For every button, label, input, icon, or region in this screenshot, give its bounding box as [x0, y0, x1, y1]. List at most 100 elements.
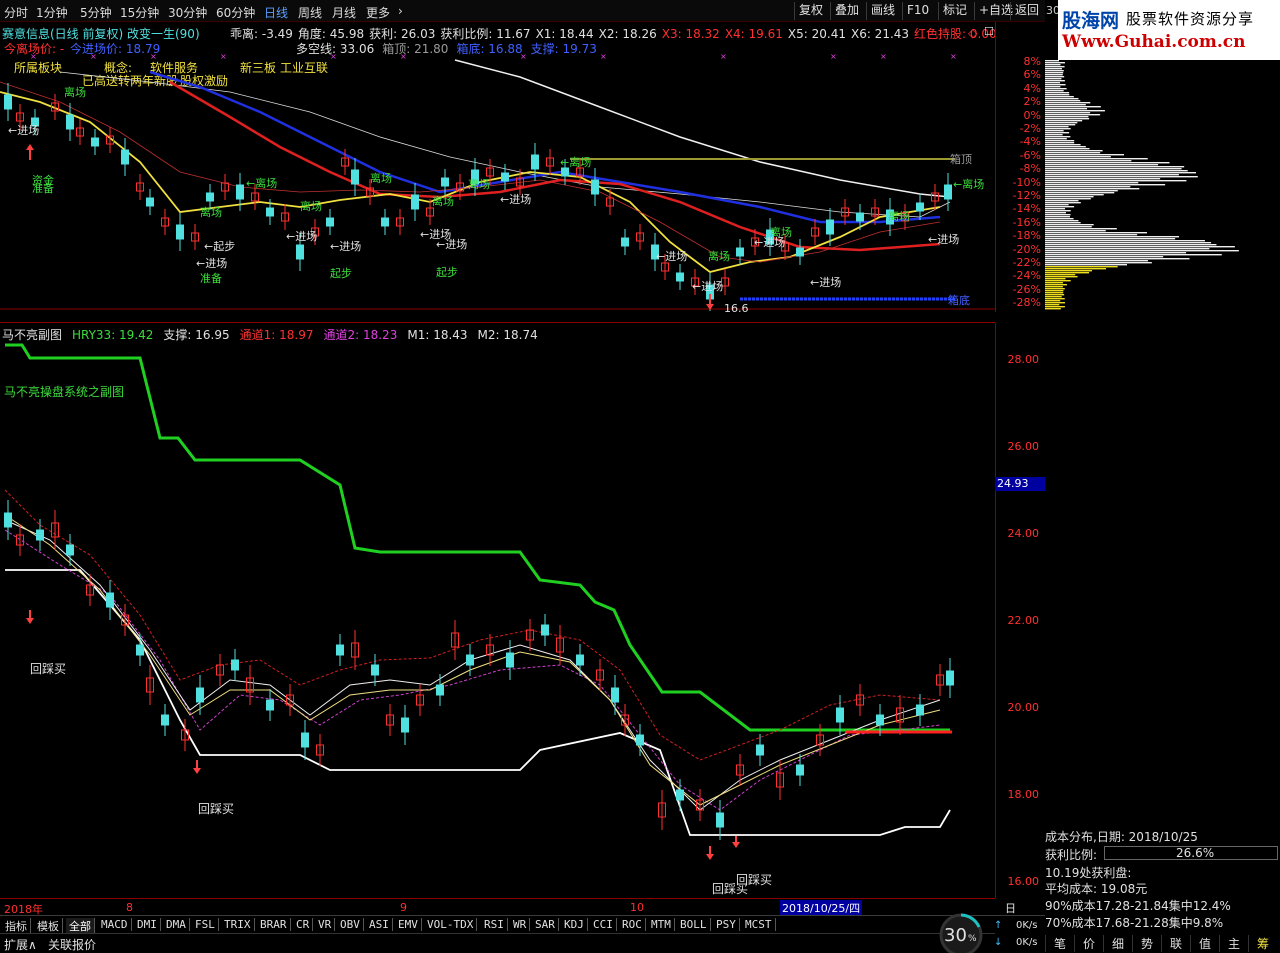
chip-bar [1045, 114, 1101, 116]
pct-axis: 8% 6% 4% 2% 0% -2% -4% -6% -8% -10% -12% -14% -16% -1… [995, 22, 1045, 312]
indicator-tab[interactable]: EMV [395, 918, 422, 931]
chip-bar [1045, 222, 1081, 224]
indicator-tab[interactable]: MCST [742, 918, 776, 931]
chip-bar [1045, 220, 1079, 222]
quote-tab[interactable]: 势 [1132, 935, 1161, 952]
candle-body [326, 217, 334, 227]
indicator-tab[interactable]: WR [510, 918, 531, 931]
chip-bar [1045, 138, 1067, 140]
quote-tab[interactable]: 主 [1219, 935, 1248, 952]
exit-label: 离场 [468, 178, 490, 191]
indicator-tab[interactable]: VOL-TDX [424, 918, 478, 931]
indicator-tab[interactable]: 全部 [66, 918, 95, 934]
pct-tick: -4% [1019, 135, 1041, 149]
candle-body [381, 217, 389, 227]
chip-bar [1045, 86, 1061, 88]
indicator-tab[interactable]: BRAR [257, 918, 291, 931]
indicator-tab[interactable]: DMA [163, 918, 190, 931]
date-label: 8 [126, 901, 133, 914]
quote-tab[interactable]: 价 [1074, 935, 1103, 952]
indicator-tab[interactable]: TRIX [221, 918, 255, 931]
brand-name: 股海网 [1062, 10, 1120, 32]
period-tab-weekly[interactable]: 周线 [298, 4, 322, 21]
chip-bar [1045, 156, 1111, 158]
pct-tick: -26% [1012, 282, 1041, 296]
chip-bar [1045, 128, 1071, 130]
indicator-tab[interactable]: RSI [481, 918, 508, 931]
indicator-tab[interactable]: BOLL [677, 918, 711, 931]
draw-line-button[interactable]: 画线 [866, 2, 899, 20]
quote-tab[interactable]: 细 [1103, 935, 1132, 952]
period-tab-60min[interactable]: 60分钟 [216, 4, 255, 21]
indicator-tab[interactable]: PSY [713, 918, 740, 931]
pct-tick: -16% [1012, 215, 1041, 229]
chip-bar [1045, 218, 1074, 220]
chip-bar [1045, 264, 1128, 266]
chip-bar [1045, 172, 1197, 174]
chip-bar [1045, 284, 1067, 286]
candle-body [531, 154, 539, 170]
indicator-tab[interactable]: KDJ [561, 918, 588, 931]
exit-arrow-label: ←离场 [560, 156, 592, 169]
indicator-tab[interactable]: MACD [98, 918, 132, 931]
candle-body [351, 169, 359, 185]
indicator-tab[interactable]: ASI [366, 918, 393, 931]
candle-body [916, 704, 924, 716]
chip-bar [1045, 274, 1076, 276]
chip-bar [1045, 276, 1078, 278]
indicator-tab[interactable]: ROC [619, 918, 646, 931]
related-quotes-button[interactable]: 关联报价 [48, 936, 96, 953]
expand-button[interactable]: 扩展∧ [4, 936, 37, 953]
period-tab-more[interactable]: 更多 [366, 4, 390, 21]
indicator-tab[interactable]: CCI [590, 918, 617, 931]
quote-tab[interactable]: 筹 [1248, 935, 1277, 952]
candle-body [236, 184, 244, 200]
chip-bar [1045, 242, 1212, 244]
f10-button[interactable]: F10 [902, 2, 933, 20]
pct-tick: -8% [1019, 162, 1041, 176]
chip-bar [1045, 148, 1090, 150]
period-tab-daily[interactable]: 日线 [264, 4, 288, 21]
mark-button[interactable]: 标记 [938, 2, 971, 20]
period-tab-monthly[interactable]: 月线 [332, 4, 356, 21]
selected-date: 2018/10/25/四 [780, 900, 863, 916]
indicator-tab[interactable]: MTM [648, 918, 675, 931]
chip-bar [1045, 282, 1064, 284]
chip-bar [1045, 78, 1062, 80]
period-tab-30min[interactable]: 30分钟 [168, 4, 207, 21]
chip-bar [1045, 152, 1101, 154]
indicator-tab[interactable]: SAR [532, 918, 559, 931]
quote-tab[interactable]: 联 [1161, 935, 1190, 952]
period-tab-1min[interactable]: 1分钟 [36, 4, 68, 21]
quote-tab[interactable]: 笔 [1045, 935, 1074, 952]
chip-bar [1045, 246, 1235, 248]
quote-tab[interactable]: 值 [1190, 935, 1219, 952]
overlay-button[interactable]: 叠加 [830, 2, 863, 20]
restore-rights-button[interactable]: 复权 [794, 2, 827, 20]
chip-bar [1045, 150, 1103, 152]
svg-text:×: × [950, 52, 957, 61]
indicator-tab[interactable]: 模板 [34, 918, 63, 934]
candle-body [121, 149, 129, 165]
indicator-tab[interactable]: DMI [134, 918, 161, 931]
back-button[interactable]: 返回 [1010, 2, 1043, 20]
indicator-tab[interactable]: 指标 [2, 918, 31, 934]
indicator-tab[interactable]: OBV [337, 918, 364, 931]
chevron-right-icon[interactable]: › [398, 4, 403, 18]
sub-kline-chart [4, 343, 954, 860]
period-tab-5min[interactable]: 5分钟 [80, 4, 112, 21]
indicator-tab[interactable]: CR [293, 918, 314, 931]
candle-body [146, 197, 154, 207]
arrow-up-icon: ↑ [994, 920, 1003, 931]
channel1-red-dashed [4, 489, 941, 761]
period-tab-fenshi[interactable]: 分时 [4, 4, 28, 21]
period-tab-15min[interactable]: 15分钟 [120, 4, 159, 21]
chip-bar [1045, 234, 1138, 236]
indicator-tab[interactable]: VR [315, 918, 336, 931]
candle-body [611, 687, 619, 703]
indicator-tab[interactable]: FSL [192, 918, 219, 931]
chip-bar [1045, 98, 1079, 100]
exit-label: 离场 [888, 210, 910, 223]
chip-bar [1045, 300, 1061, 302]
chip-bar [1045, 206, 1075, 208]
